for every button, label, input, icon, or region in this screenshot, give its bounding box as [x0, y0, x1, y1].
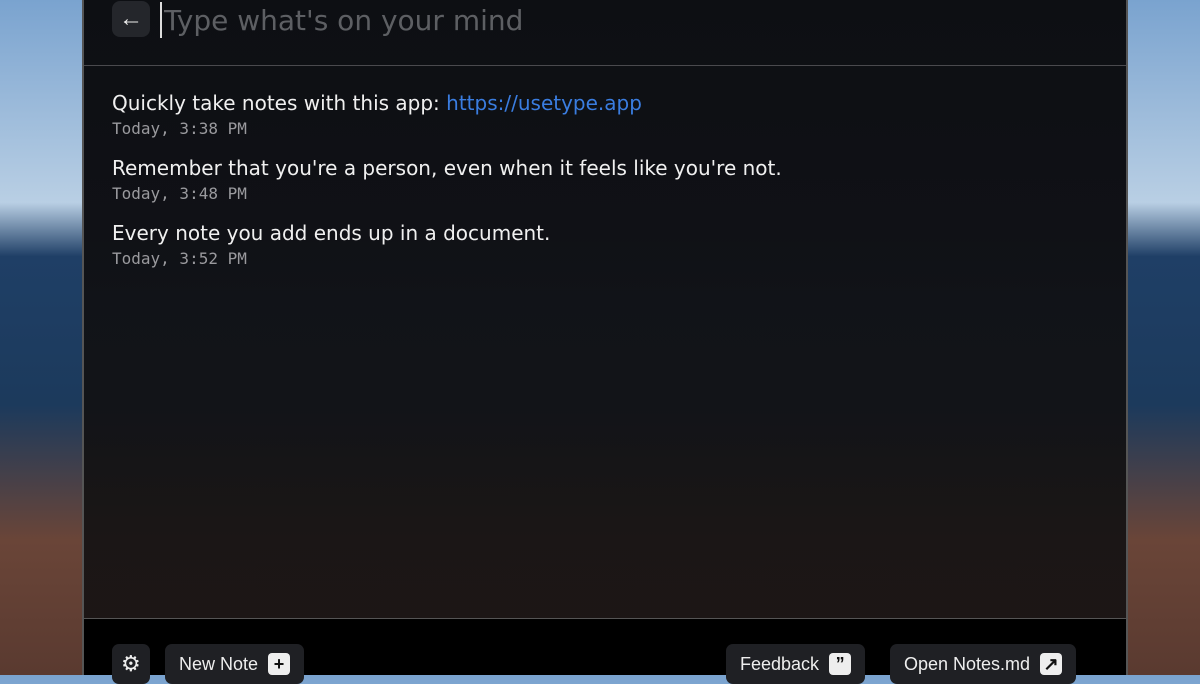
note-input[interactable] — [160, 2, 1060, 38]
new-note-label: New Note — [179, 653, 259, 674]
list-item: Remember that you're a person, even when… — [112, 155, 1098, 203]
plus-icon: + — [268, 653, 291, 675]
note-timestamp: Today, 3:48 PM — [112, 184, 247, 203]
note-timestamp: Today, 3:38 PM — [112, 119, 247, 138]
list-item: Quickly take notes with this app: https:… — [112, 90, 1098, 138]
note-link[interactable]: https://usetype.app — [446, 91, 642, 115]
notes-list: Quickly take notes with this app: https:… — [84, 66, 1126, 268]
note-text: Remember that you're a person, even when… — [112, 156, 782, 180]
list-item: Every note you add ends up in a document… — [112, 220, 1098, 268]
header: ← — [84, 0, 1126, 66]
note-text: Every note you add ends up in a document… — [112, 221, 551, 245]
note-timestamp: Today, 3:52 PM — [112, 249, 247, 268]
open-notes-label: Open Notes.md — [904, 653, 1031, 674]
open-notes-button[interactable]: Open Notes.md ↗ — [890, 644, 1077, 684]
notes-window: ← Quickly take notes with this app: http… — [82, 0, 1128, 684]
note-text: Quickly take notes with this app: — [112, 91, 447, 115]
new-note-button[interactable]: New Note + — [165, 644, 305, 684]
external-link-icon: ↗ — [1040, 653, 1063, 675]
quote-bubble-icon: ” — [829, 653, 852, 675]
feedback-button[interactable]: Feedback ” — [726, 644, 866, 684]
settings-button[interactable]: ⚙ — [112, 644, 150, 684]
gear-icon: ⚙ — [121, 651, 141, 676]
feedback-label: Feedback — [740, 653, 820, 674]
arrow-left-icon: ← — [119, 5, 143, 32]
footer: ⚙ New Note + Feedback ” Open Notes.md ↗ — [84, 618, 1126, 684]
back-button[interactable]: ← — [112, 1, 150, 37]
